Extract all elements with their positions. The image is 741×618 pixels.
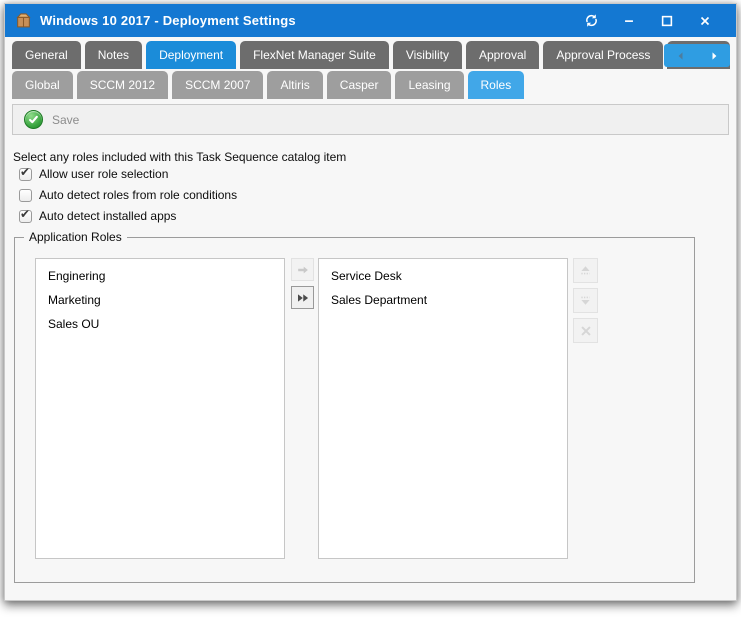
double-arrow-right-icon: [296, 291, 310, 305]
maximize-icon: [660, 14, 674, 28]
group-title: Application Roles: [24, 230, 127, 244]
checkbox-label: Allow user role selection: [39, 167, 168, 181]
subtab-global[interactable]: Global: [12, 71, 73, 99]
subtab-sccm-2012[interactable]: SCCM 2012: [77, 71, 168, 99]
available-roles-list[interactable]: Enginering Marketing Sales OU: [35, 258, 285, 559]
maximize-button[interactable]: [656, 10, 678, 32]
role-item-available[interactable]: Sales OU: [36, 312, 284, 336]
checkbox-box: [19, 168, 32, 181]
selected-roles-list[interactable]: Service Desk Sales Department: [318, 258, 568, 559]
minimize-button[interactable]: [618, 10, 640, 32]
move-buttons-column: [291, 258, 314, 309]
checkbox-auto-detect-installed-apps[interactable]: Auto detect installed apps: [19, 209, 736, 223]
checkbox-auto-detect-roles[interactable]: Auto detect roles from role conditions: [19, 188, 736, 202]
save-button[interactable]: Save: [22, 108, 87, 131]
arrow-down-icon: [578, 293, 593, 308]
close-icon: [698, 14, 712, 28]
checkbox-box: [19, 210, 32, 223]
chevron-left-icon: [675, 50, 687, 62]
tab-approval[interactable]: Approval: [466, 41, 539, 69]
checkbox-label: Auto detect installed apps: [39, 209, 176, 223]
tab-scroll-left-button[interactable]: [670, 46, 692, 66]
move-down-button[interactable]: [573, 288, 598, 313]
titlebar: Windows 10 2017 - Deployment Settings: [5, 4, 736, 37]
toolbar: Save: [12, 104, 729, 135]
window-controls: [580, 10, 726, 32]
chevron-right-icon: [708, 50, 720, 62]
checkbox-box: [19, 189, 32, 202]
subtab-sccm-2007[interactable]: SCCM 2007: [172, 71, 263, 99]
order-buttons-column: [573, 258, 598, 343]
minimize-icon: [622, 14, 636, 28]
subtab-casper[interactable]: Casper: [327, 71, 392, 99]
refresh-button[interactable]: [580, 10, 602, 32]
subtab-altiris[interactable]: Altiris: [267, 71, 322, 99]
package-icon: [15, 12, 32, 29]
tab-scroller: [664, 44, 730, 67]
tab-flexnet-manager-suite[interactable]: FlexNet Manager Suite: [240, 41, 389, 69]
role-item-available[interactable]: Enginering: [36, 264, 284, 288]
application-roles-group: Application Roles Enginering Marketing S…: [14, 237, 695, 583]
green-check-circle-icon: [24, 110, 43, 129]
deployment-settings-window: Windows 10 2017 - Deployment Settings: [4, 3, 737, 601]
x-icon: [579, 324, 593, 338]
tab-approval-process[interactable]: Approval Process: [543, 41, 663, 69]
primary-tab-bar: General Notes Deployment FlexNet Manager…: [12, 41, 730, 69]
move-right-button[interactable]: [291, 258, 314, 281]
tab-visibility[interactable]: Visibility: [393, 41, 462, 69]
subtab-roles[interactable]: Roles: [468, 71, 525, 99]
role-item-available[interactable]: Marketing: [36, 288, 284, 312]
arrow-up-icon: [578, 263, 593, 278]
checkbox-allow-user-role-selection[interactable]: Allow user role selection: [19, 167, 736, 181]
arrow-right-icon: [296, 263, 310, 277]
move-all-right-button[interactable]: [291, 286, 314, 309]
refresh-icon: [584, 13, 599, 28]
window-title: Windows 10 2017 - Deployment Settings: [40, 13, 580, 28]
tab-notes[interactable]: Notes: [85, 41, 142, 69]
tab-scroll-right-button[interactable]: [703, 46, 725, 66]
checkbox-label: Auto detect roles from role conditions: [39, 188, 237, 202]
remove-role-button[interactable]: [573, 318, 598, 343]
save-label: Save: [52, 113, 79, 127]
move-up-button[interactable]: [573, 258, 598, 283]
instruction-text: Select any roles included with this Task…: [13, 150, 736, 164]
role-item-selected[interactable]: Service Desk: [319, 264, 567, 288]
tab-general[interactable]: General: [12, 41, 81, 69]
close-button[interactable]: [694, 10, 716, 32]
tab-deployment[interactable]: Deployment: [146, 41, 236, 69]
secondary-tab-bar: Global SCCM 2012 SCCM 2007 Altiris Caspe…: [12, 71, 730, 99]
subtab-leasing[interactable]: Leasing: [395, 71, 463, 99]
role-item-selected[interactable]: Sales Department: [319, 288, 567, 312]
